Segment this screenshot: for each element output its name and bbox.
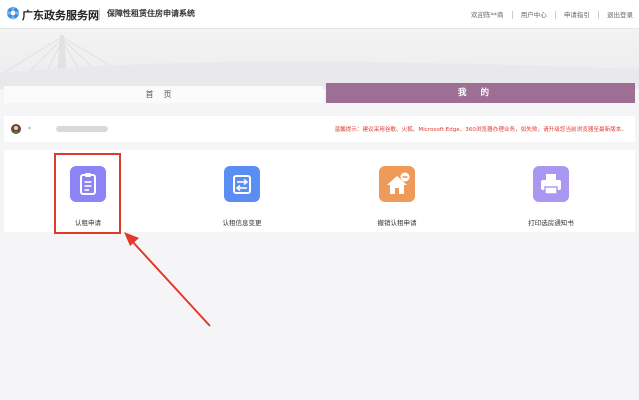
user-center-link[interactable]: 用户中心 bbox=[521, 9, 547, 19]
card-cancel-rent-apply[interactable]: 撤销认租申请 bbox=[347, 150, 447, 232]
exchange-icon[interactable] bbox=[224, 166, 260, 202]
user-name: * bbox=[28, 126, 31, 133]
bridge-illustration bbox=[0, 35, 639, 89]
house-icon[interactable] bbox=[379, 166, 415, 202]
logout-link[interactable]: 退出登录 bbox=[607, 9, 633, 19]
link-separator bbox=[597, 11, 599, 19]
banner bbox=[0, 29, 639, 89]
link-separator bbox=[554, 11, 556, 19]
link-separator bbox=[511, 11, 513, 19]
card-print-notice[interactable]: 打印选房通知书 bbox=[501, 150, 601, 232]
user-name-masked bbox=[56, 126, 108, 132]
card-label[interactable]: 认租信息变更 bbox=[192, 217, 292, 227]
printer-icon[interactable] bbox=[533, 166, 569, 202]
tab-home[interactable]: 首页 bbox=[4, 86, 323, 103]
guide-link[interactable]: 申请指引 bbox=[564, 9, 590, 19]
browser-tip: 温馨提示：建议采用谷歌、火狐、Microsoft Edge、360浏览器办理业务… bbox=[334, 127, 627, 133]
highlight-box bbox=[54, 153, 121, 234]
avatar-icon bbox=[11, 124, 21, 134]
card-label[interactable]: 撤销认租申请 bbox=[347, 217, 447, 227]
header-divider bbox=[99, 8, 100, 20]
user-info-bar: * 温馨提示：建议采用谷歌、火狐、Microsoft Edge、360浏览器办理… bbox=[4, 116, 635, 142]
top-links: 欢迎陈**商 用户中心 申请指引 退出登录 bbox=[471, 9, 633, 19]
tab-mine[interactable]: 我的 bbox=[326, 83, 635, 103]
brand-title[interactable]: 广东政务服务网 bbox=[22, 7, 99, 23]
system-name: 保障性租赁住房申请系统 bbox=[107, 9, 195, 18]
top-bar: 广东政务服务网 保障性租赁住房申请系统 欢迎陈**商 用户中心 申请指引 退出登… bbox=[0, 0, 639, 29]
card-rent-info-change[interactable]: 认租信息变更 bbox=[192, 150, 292, 232]
card-label[interactable]: 打印选房通知书 bbox=[501, 217, 601, 227]
welcome-text: 欢迎陈**商 bbox=[471, 11, 504, 19]
gov-logo-icon bbox=[6, 6, 20, 20]
